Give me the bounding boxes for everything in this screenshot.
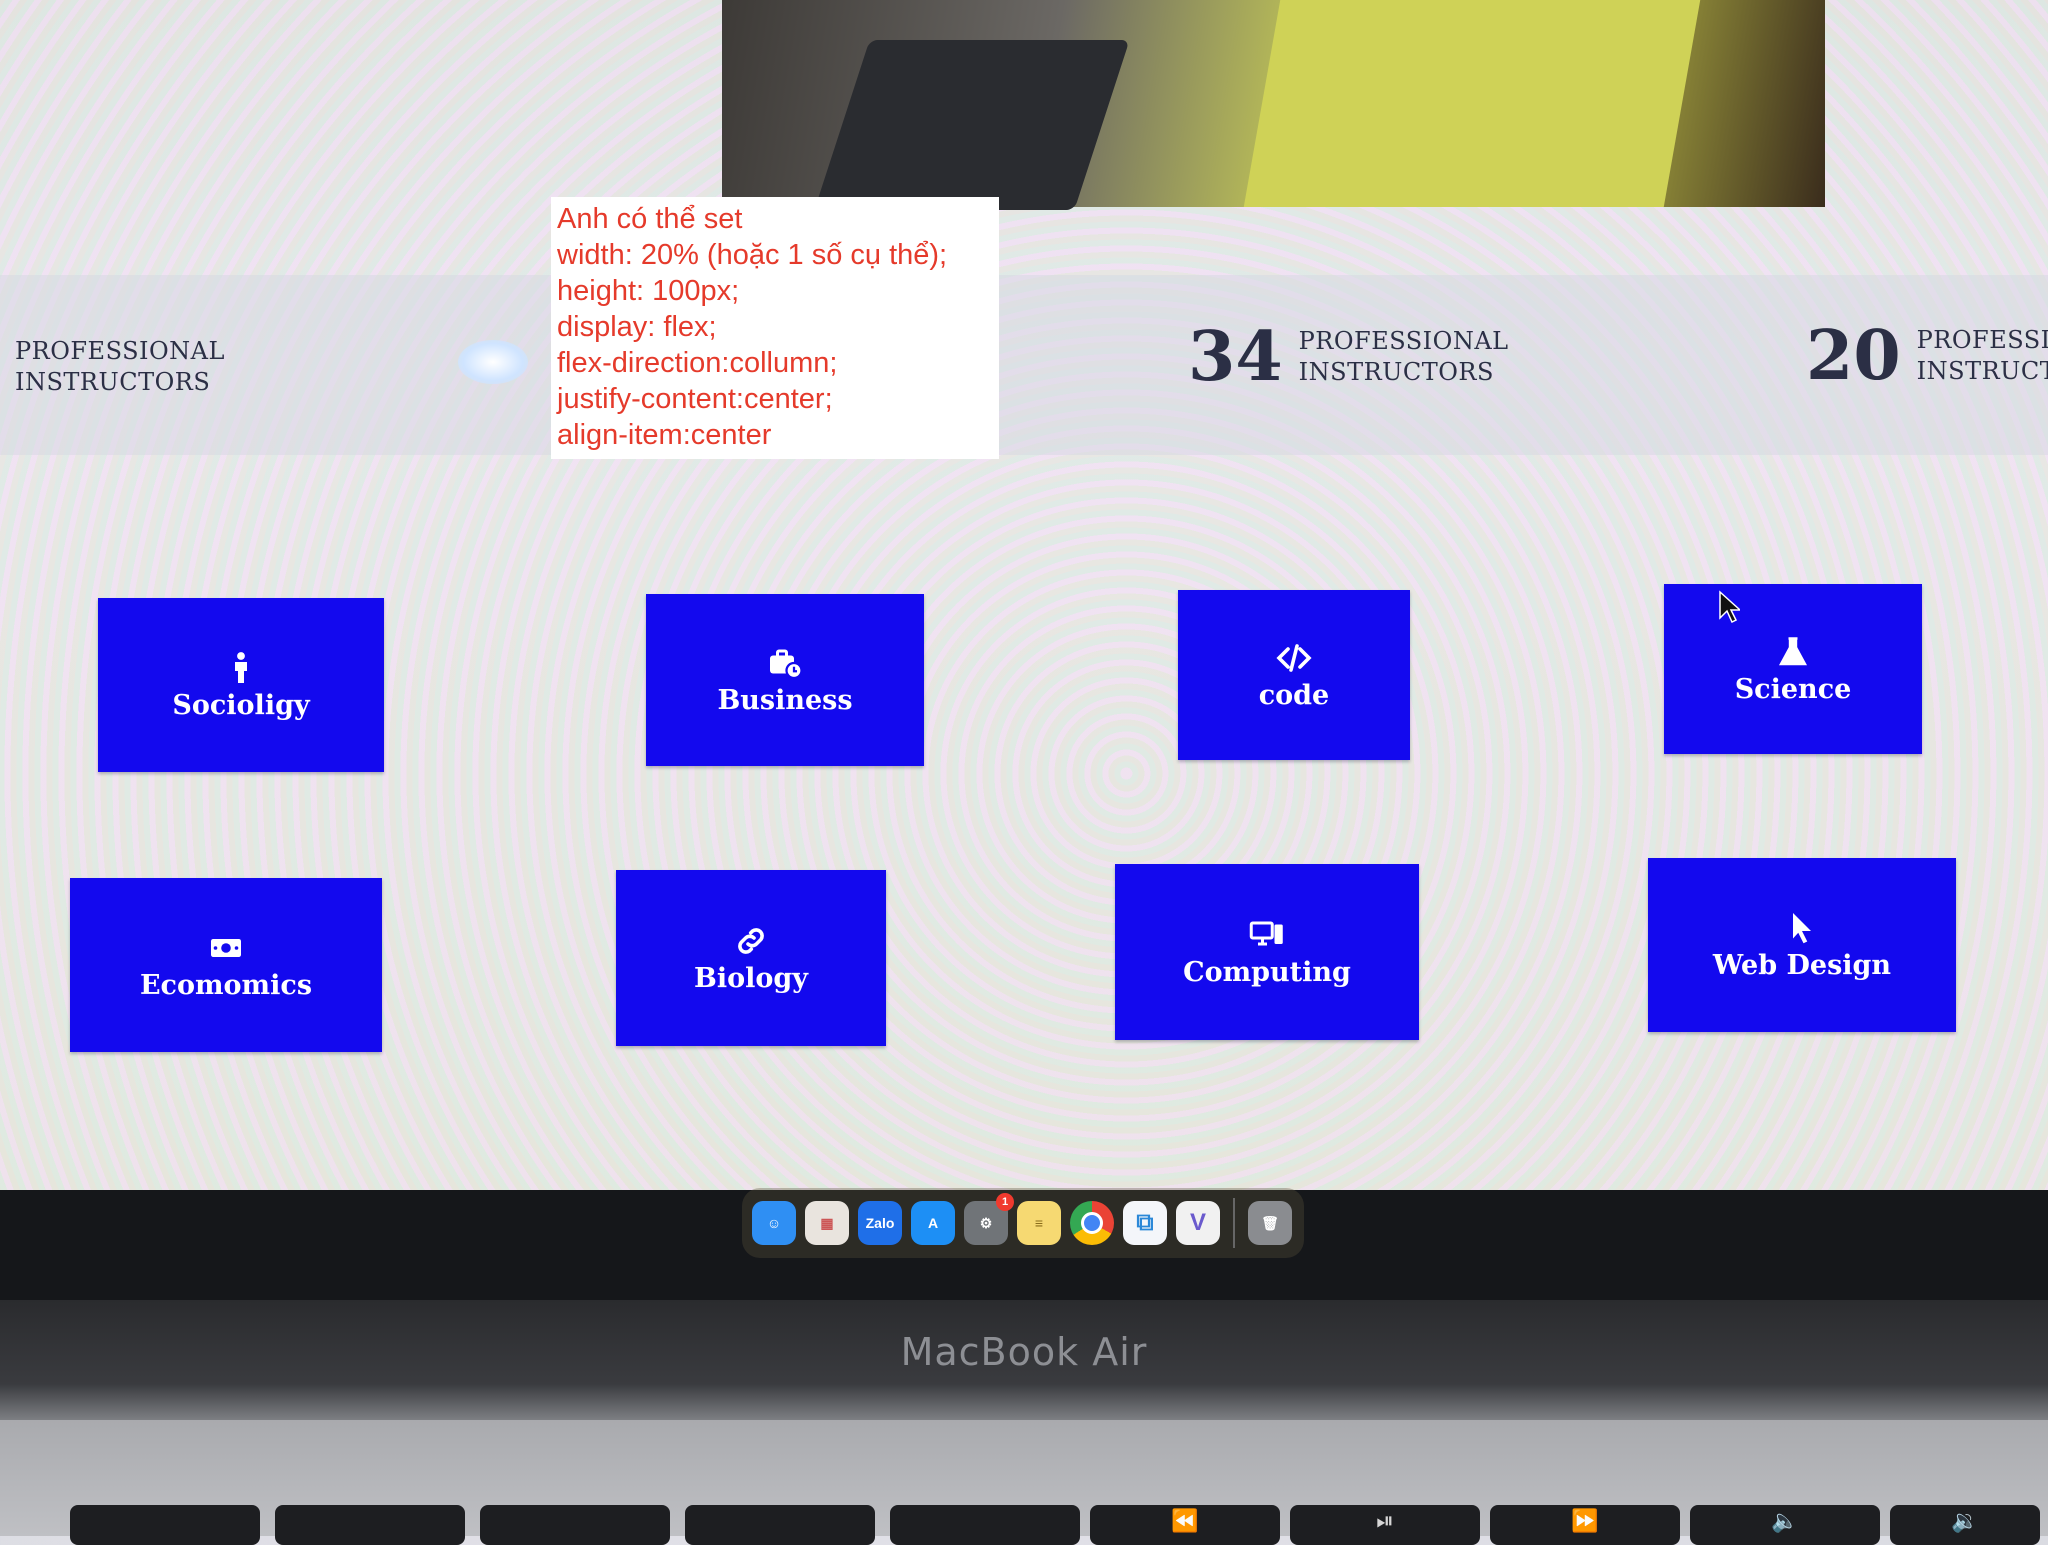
fast-forward-key: ⏩ xyxy=(1490,1505,1680,1545)
system-settings-icon[interactable]: ⚙ 1 xyxy=(964,1193,1014,1245)
category-label: code xyxy=(1258,679,1330,711)
zalo-icon[interactable]: Zalo xyxy=(858,1201,902,1245)
category-card-science[interactable]: Science xyxy=(1664,584,1922,754)
note-line: Anh có thể set xyxy=(557,203,743,235)
screen-glare xyxy=(458,340,528,384)
stats-band xyxy=(0,275,2048,455)
key xyxy=(275,1505,465,1545)
stat-label: PROFESSIONAL INSTRUCTORS xyxy=(1299,326,1509,388)
dock: ☺ ▦ Zalo A ⚙ 1 ≡ ⧉ V 🗑 xyxy=(742,1188,1304,1258)
briefcase-clock-icon xyxy=(770,649,803,679)
link-icon xyxy=(738,927,764,954)
key xyxy=(890,1505,1080,1545)
stat-label-line1: PROFESSION. xyxy=(1916,326,2048,354)
category-card-socioligy[interactable]: Socioligy xyxy=(98,598,384,772)
category-card-biology[interactable]: Biology xyxy=(616,870,886,1046)
note-line: align-item:center xyxy=(557,419,772,451)
hero-photo xyxy=(722,0,1825,210)
stat-number: 20 xyxy=(1806,316,1901,396)
money-bill-icon xyxy=(211,938,241,957)
pointer-icon xyxy=(1793,912,1811,943)
key xyxy=(70,1505,260,1545)
zalo-label: Zalo xyxy=(865,1215,895,1231)
key xyxy=(685,1505,875,1545)
play-pause-key: ⏯ xyxy=(1290,1505,1480,1545)
category-card-business[interactable]: Business xyxy=(646,594,924,766)
vscode-icon[interactable]: ⧉ xyxy=(1123,1201,1167,1245)
code-icon xyxy=(1276,643,1312,672)
stat-item-1: PROFESSIONAL INSTRUCTORS xyxy=(15,336,225,398)
stat-label-line2: INSTRUCTOR xyxy=(1916,357,2048,385)
category-label: Computing xyxy=(1183,956,1351,988)
volume-key: 🔉 xyxy=(1890,1505,2040,1545)
category-label: Ecomomics xyxy=(139,969,313,1001)
key xyxy=(480,1505,670,1545)
stat-item-3: 20 PROFESSION. INSTRUCTOR xyxy=(1806,322,2048,390)
trash-icon[interactable]: 🗑 xyxy=(1248,1201,1292,1245)
annotation-note: Anh có thể set width: 20% (hoặc 1 số cụ … xyxy=(551,197,999,459)
note-line: display: flex; xyxy=(557,311,717,343)
stat-item-2: 34 PROFESSIONAL INSTRUCTORS xyxy=(1188,323,1509,391)
category-label: Science xyxy=(1734,673,1852,705)
rewind-key: ⏪ xyxy=(1090,1505,1280,1545)
mouse-cursor-icon xyxy=(1719,590,1740,624)
browser-viewport: PROFESSIONAL INSTRUCTORS 34 PROFESSIONAL… xyxy=(0,0,2048,1190)
app-store-icon[interactable]: A xyxy=(911,1201,955,1245)
category-label: Web Design xyxy=(1712,949,1892,981)
stat-label: PROFESSIONAL INSTRUCTORS xyxy=(15,336,225,398)
notes-icon[interactable]: ≡ xyxy=(1017,1201,1061,1245)
stat-label: PROFESSION. INSTRUCTOR xyxy=(1917,325,2048,387)
chrome-icon[interactable] xyxy=(1070,1201,1114,1245)
category-label: Socioligy xyxy=(172,689,310,721)
category-label: Biology xyxy=(694,962,808,994)
note-line: width: 20% (hoặc 1 số cụ thể); xyxy=(557,239,948,271)
stat-label-line1: PROFESSIONAL xyxy=(1298,327,1509,355)
stat-number: 34 xyxy=(1188,317,1283,397)
note-line: height: 100px; xyxy=(557,275,740,307)
photo-paper-shape xyxy=(1243,0,1701,207)
stat-label-line1: PROFESSIONAL xyxy=(15,337,225,365)
desktop-mobile-icon xyxy=(1249,921,1283,945)
note-line: justify-content:center; xyxy=(557,383,833,415)
flask-icon xyxy=(1778,636,1808,665)
finder-icon[interactable]: ☺ xyxy=(752,1201,796,1245)
photo-laptop-shape xyxy=(814,40,1130,210)
stat-label-line2: INSTRUCTORS xyxy=(1298,358,1494,386)
macbook-brand-label: MacBook Air xyxy=(900,1330,1148,1374)
notification-badge: 1 xyxy=(996,1193,1014,1211)
dock-separator xyxy=(1233,1198,1235,1248)
category-card-ecomomics[interactable]: Ecomomics xyxy=(70,878,382,1052)
person-icon xyxy=(235,651,247,683)
mute-key: 🔈 xyxy=(1690,1505,1880,1545)
app-v-icon[interactable]: V xyxy=(1176,1201,1220,1245)
note-line: flex-direction:collumn; xyxy=(557,347,838,379)
category-card-web-design[interactable]: Web Design xyxy=(1648,858,1956,1032)
category-card-code[interactable]: code xyxy=(1178,590,1410,760)
category-card-computing[interactable]: Computing xyxy=(1115,864,1419,1040)
launchpad-icon[interactable]: ▦ xyxy=(805,1201,849,1245)
category-label: Business xyxy=(717,684,853,716)
stat-label-line2: INSTRUCTORS xyxy=(15,368,211,396)
